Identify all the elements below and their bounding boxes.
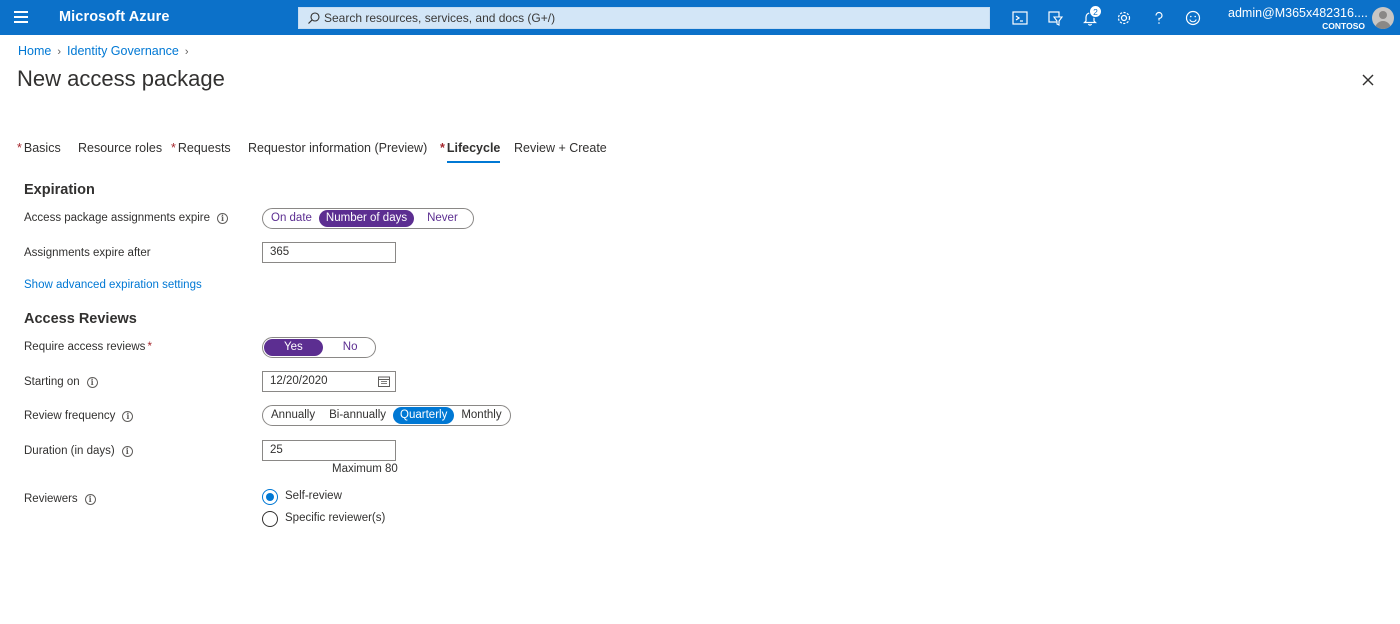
access-reviews-heading: Access Reviews bbox=[24, 311, 137, 327]
user-name: admin@M365x482316.... bbox=[1228, 6, 1368, 20]
menu-icon[interactable] bbox=[14, 11, 28, 23]
tab-resource-roles[interactable]: Resource roles bbox=[78, 141, 162, 155]
option-annually[interactable]: Annually bbox=[264, 407, 322, 424]
assignments-expire-toggle: On date Number of days Never bbox=[262, 208, 474, 229]
directory-filter-icon[interactable] bbox=[1046, 9, 1064, 27]
search-input[interactable]: Search resources, services, and docs (G+… bbox=[298, 7, 990, 29]
option-bi-annually[interactable]: Bi-annually bbox=[322, 407, 393, 424]
radio-button[interactable] bbox=[262, 511, 278, 527]
breadcrumb: Home › Identity Governance › bbox=[18, 44, 195, 58]
option-never[interactable]: Never bbox=[414, 210, 472, 227]
radio-button[interactable] bbox=[262, 489, 278, 505]
search-placeholder: Search resources, services, and docs (G+… bbox=[324, 11, 556, 25]
breadcrumb-home[interactable]: Home bbox=[18, 44, 51, 58]
duration-label: Duration (in days) i bbox=[24, 445, 133, 457]
expiration-heading: Expiration bbox=[24, 182, 95, 198]
duration-hint: Maximum 80 bbox=[332, 463, 398, 475]
radio-label: Specific reviewer(s) bbox=[285, 512, 386, 524]
option-no[interactable]: No bbox=[323, 339, 378, 356]
expire-after-field[interactable]: 365 bbox=[262, 242, 396, 263]
calendar-icon[interactable] bbox=[378, 376, 390, 387]
option-number-of-days[interactable]: Number of days bbox=[318, 210, 415, 227]
show-advanced-expiration-link[interactable]: Show advanced expiration settings bbox=[24, 279, 202, 291]
option-on-date[interactable]: On date bbox=[264, 210, 319, 227]
option-monthly[interactable]: Monthly bbox=[454, 407, 508, 424]
tab-review-create[interactable]: Review + Create bbox=[514, 141, 607, 155]
account-menu[interactable]: admin@M365x482316.... CONTOSO bbox=[1228, 6, 1368, 31]
help-icon[interactable] bbox=[1150, 9, 1168, 27]
brand-name[interactable]: Microsoft Azure bbox=[59, 9, 170, 25]
required-marker: * bbox=[171, 141, 176, 155]
notification-count-badge: 2 bbox=[1089, 5, 1102, 18]
page-title: New access package bbox=[17, 66, 225, 91]
radio-label: Self-review bbox=[285, 490, 342, 502]
required-marker: * bbox=[17, 141, 22, 155]
option-yes[interactable]: Yes bbox=[264, 339, 323, 356]
starting-on-date-field[interactable]: 12/20/2020 bbox=[262, 371, 396, 392]
assignments-expire-label: Access package assignments expire i bbox=[24, 212, 229, 224]
close-icon[interactable] bbox=[1361, 73, 1375, 87]
settings-icon[interactable] bbox=[1115, 9, 1133, 27]
cloud-shell-icon[interactable] bbox=[1011, 9, 1029, 27]
reviewers-label: Reviewers i bbox=[24, 493, 96, 505]
tenant-name: CONTOSO bbox=[1322, 21, 1365, 31]
require-access-reviews-label: Require access reviews * bbox=[24, 341, 152, 353]
info-icon[interactable]: i bbox=[121, 446, 133, 457]
starting-on-label: Starting on i bbox=[24, 376, 98, 388]
option-quarterly[interactable]: Quarterly bbox=[393, 407, 455, 424]
required-marker: * bbox=[440, 141, 445, 155]
require-access-reviews-toggle: Yes No bbox=[262, 337, 376, 358]
info-icon[interactable]: i bbox=[86, 377, 98, 388]
required-marker: * bbox=[147, 341, 152, 353]
breadcrumb-identity-governance[interactable]: Identity Governance bbox=[67, 44, 179, 58]
info-icon[interactable]: i bbox=[217, 213, 229, 224]
info-icon[interactable]: i bbox=[122, 411, 134, 422]
chevron-right-icon: › bbox=[57, 46, 62, 58]
chevron-right-icon: › bbox=[184, 46, 189, 58]
feedback-icon[interactable] bbox=[1184, 9, 1202, 27]
tab-requests[interactable]: * Requests bbox=[171, 141, 231, 155]
expire-after-label: Assignments expire after bbox=[24, 247, 151, 259]
avatar[interactable] bbox=[1372, 7, 1394, 29]
duration-field[interactable]: 25 bbox=[262, 440, 396, 461]
tab-basics[interactable]: * Basics bbox=[17, 141, 61, 155]
tab-lifecycle[interactable]: * Lifecycle bbox=[440, 141, 501, 163]
top-bar: Microsoft Azure Search resources, servic… bbox=[0, 0, 1400, 35]
search-icon bbox=[308, 12, 320, 24]
tab-requestor-information[interactable]: Requestor information (Preview) bbox=[248, 141, 427, 155]
review-frequency-toggle: Annually Bi-annually Quarterly Monthly bbox=[262, 405, 511, 426]
starting-on-value: 12/20/2020 bbox=[270, 375, 328, 387]
review-frequency-label: Review frequency i bbox=[24, 410, 134, 422]
info-icon[interactable]: i bbox=[84, 494, 96, 505]
